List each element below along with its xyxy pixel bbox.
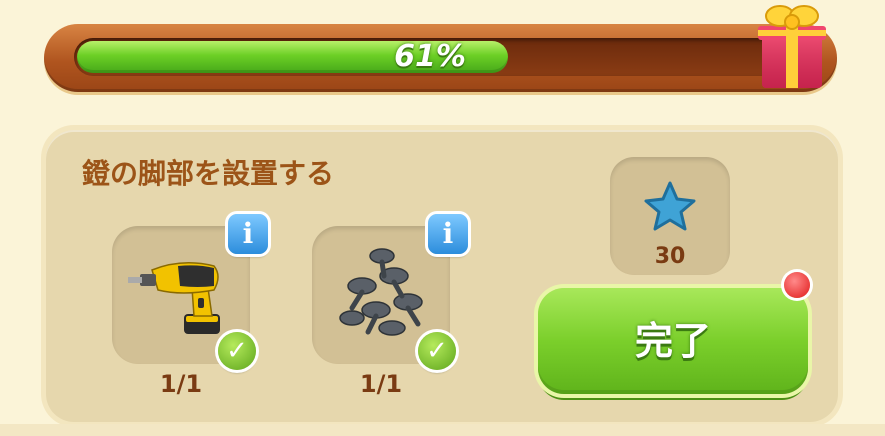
notification-dot	[784, 272, 810, 298]
task-item-screws[interactable]: i ✓	[312, 214, 468, 370]
gift-box-icon[interactable]	[752, 0, 830, 92]
info-button[interactable]: i	[228, 214, 268, 254]
task-item-drill[interactable]: i ✓	[112, 214, 268, 370]
check-icon: ✓	[218, 332, 256, 370]
power-drill-icon	[128, 262, 220, 334]
item-count: 1/1	[359, 370, 403, 398]
task-title: 鐙の脚部を設置する	[82, 157, 335, 190]
blue-star-icon	[644, 181, 696, 231]
progress-bar: 61%	[44, 24, 837, 92]
screws-icon	[339, 248, 423, 336]
complete-button[interactable]: 完了	[538, 288, 808, 394]
bottom-strip	[0, 424, 885, 436]
progress-track: 61%	[74, 38, 786, 76]
check-icon: ✓	[418, 332, 456, 370]
reward-value: 30	[654, 244, 686, 269]
progress-percent: 61%	[394, 39, 466, 74]
info-button[interactable]: i	[428, 214, 468, 254]
item-count: 1/1	[159, 370, 203, 398]
